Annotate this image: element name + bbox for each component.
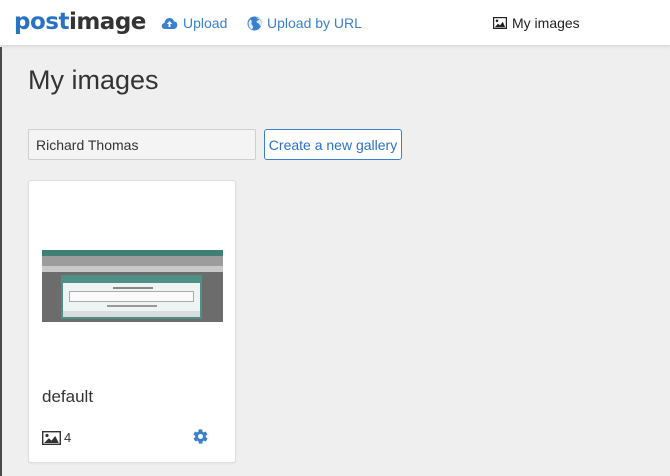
gallery-image-count: 4 — [42, 430, 71, 446]
thumbnail-dialog — [61, 275, 202, 319]
gallery-name-input[interactable] — [28, 129, 256, 160]
logo-text-post: post — [14, 9, 69, 35]
nav-my-images-label: My images — [512, 15, 580, 31]
logo-text-image: image — [68, 9, 146, 35]
page-title: My images — [28, 65, 159, 95]
postimage-logo[interactable]: postimage — [14, 7, 146, 37]
thumbnail-dialog-header — [63, 277, 200, 283]
gallery-card[interactable]: default 4 — [28, 180, 236, 463]
thumbnail-dialog-box — [69, 291, 194, 302]
thumbnail-form-bar — [42, 256, 223, 266]
gallery-name[interactable]: default — [42, 386, 93, 408]
globe-icon — [247, 16, 262, 30]
thumbnail-dialog-footer — [63, 311, 200, 317]
gear-icon[interactable] — [192, 428, 209, 445]
thumbnail-dialog-note — [107, 305, 157, 307]
thumbnail-dialog-text — [113, 287, 153, 289]
nav-upload-link[interactable]: Upload — [161, 13, 227, 33]
thumbnail-toolbar — [42, 266, 223, 272]
image-icon — [42, 431, 61, 445]
gallery-count-value: 4 — [64, 430, 72, 445]
left-window-edge — [0, 47, 2, 476]
nav-upload-label: Upload — [183, 15, 228, 31]
image-icon — [493, 17, 507, 29]
nav-my-images-link[interactable]: My images — [493, 13, 580, 33]
nav-upload-by-url-label: Upload by URL — [267, 15, 362, 31]
create-gallery-button[interactable]: Create a new gallery — [264, 129, 402, 160]
top-navbar: postimage Upload Upload by URL My images — [0, 0, 670, 46]
cloud-upload-icon — [161, 18, 178, 29]
nav-upload-by-url-link[interactable]: Upload by URL — [247, 13, 362, 33]
gallery-thumbnail[interactable] — [42, 250, 223, 322]
